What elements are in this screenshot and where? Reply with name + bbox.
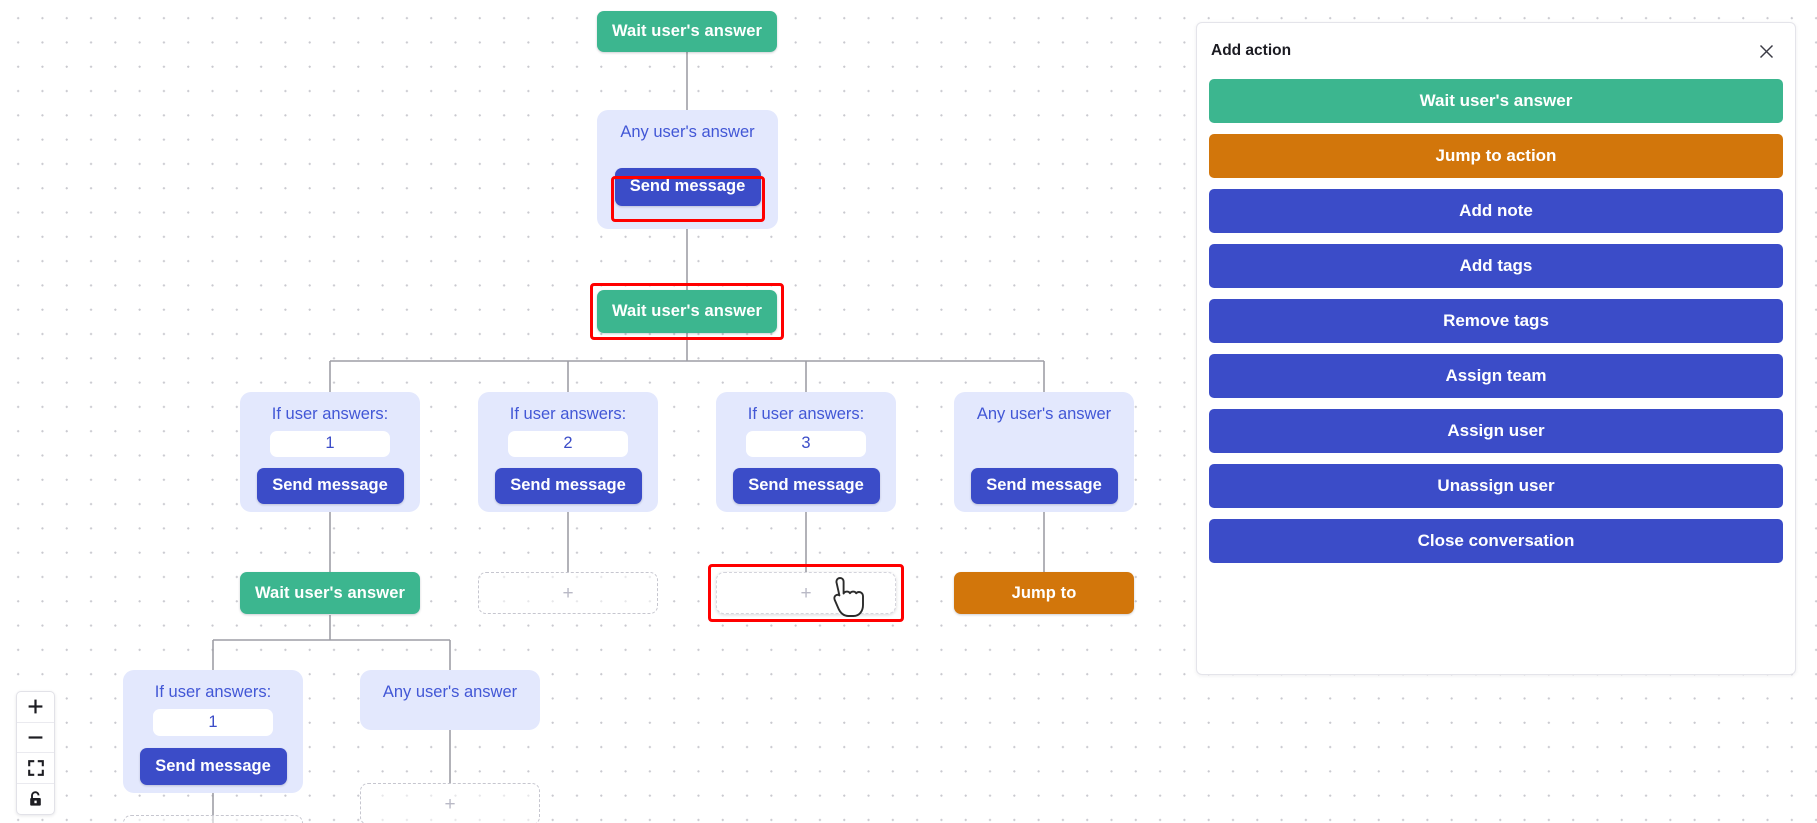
node-wait-selected[interactable]: Wait user's answer <box>590 283 784 340</box>
action-button-unassign-user[interactable]: Unassign user <box>1209 464 1783 508</box>
add-action-placeholder[interactable]: + <box>123 815 303 823</box>
panel-title: Add action <box>1211 42 1292 59</box>
node-slot-selected[interactable]: + <box>708 564 904 622</box>
send-message-button[interactable]: Send message <box>732 467 880 504</box>
panel-header: Add action <box>1197 23 1795 79</box>
card-title: If user answers: <box>747 405 865 423</box>
add-action-placeholder-selected[interactable]: + <box>716 572 896 614</box>
send-message-button[interactable]: Send message <box>256 467 404 504</box>
card-title: If user answers: <box>154 683 272 701</box>
action-button-add-note[interactable]: Add note <box>1209 189 1783 233</box>
node-jump-to[interactable]: Jump to <box>954 572 1134 614</box>
close-panel-button[interactable] <box>1755 40 1777 62</box>
action-button-add-tags[interactable]: Add tags <box>1209 244 1783 288</box>
card-title: Any user's answer <box>382 683 518 701</box>
node-slot-empty-2[interactable]: + <box>360 783 540 823</box>
node-wait-top[interactable]: Wait user's answer <box>597 11 777 52</box>
lock-canvas-button[interactable] <box>17 784 54 815</box>
answer-value-input[interactable]: 1 <box>153 708 273 736</box>
action-button-wait-user-s-answer[interactable]: Wait user's answer <box>1209 79 1783 123</box>
action-button-remove-tags[interactable]: Remove tags <box>1209 299 1783 343</box>
action-button-jump-to-action[interactable]: Jump to action <box>1209 134 1783 178</box>
node-slot-empty-3[interactable]: + <box>123 815 303 823</box>
node-branch-answer-3[interactable]: If user answers: 3 Send message <box>716 392 896 512</box>
add-action-placeholder[interactable]: + <box>478 572 658 614</box>
add-action-placeholder[interactable]: + <box>360 783 540 823</box>
answer-value-input[interactable]: 2 <box>508 430 628 457</box>
flow-builder-app: Wait user's answer Any user's answer Sen… <box>0 0 1817 823</box>
send-message-button[interactable]: Send message <box>614 167 761 206</box>
wait-users-answer-node-label[interactable]: Wait user's answer <box>240 572 420 614</box>
action-button-assign-user[interactable]: Assign user <box>1209 409 1783 453</box>
answer-value-input[interactable]: 1 <box>270 430 390 457</box>
node-wait-lower[interactable]: Wait user's answer <box>240 572 420 614</box>
send-message-button[interactable]: Send message <box>139 747 287 785</box>
node-slot-empty-1[interactable]: + <box>478 572 658 614</box>
wait-users-answer-node-label[interactable]: Wait user's answer <box>597 290 777 333</box>
card-title: Any user's answer <box>976 405 1112 423</box>
answer-value-input[interactable]: 3 <box>746 430 866 457</box>
add-action-panel: Add action Wait user's answer Jump to act… <box>1196 22 1796 675</box>
jump-to-node-label[interactable]: Jump to <box>954 572 1134 614</box>
minus-icon <box>28 736 43 739</box>
node-branch-answer-1[interactable]: If user answers: 1 Send message <box>240 392 420 512</box>
action-list: Wait user's answer Jump to action Add note… <box>1197 79 1795 575</box>
node-branch-answer-2[interactable]: If user answers: 2 Send message <box>478 392 658 512</box>
node-any-users-answer-bottom[interactable]: Any user's answer <box>360 670 540 730</box>
zoom-out-button[interactable] <box>17 723 54 753</box>
send-message-button[interactable]: Send message <box>970 467 1118 504</box>
card-title: Any user's answer <box>620 123 755 141</box>
fit-screen-icon <box>27 759 44 776</box>
send-message-button[interactable]: Send message <box>494 467 642 504</box>
action-button-assign-team[interactable]: Assign team <box>1209 354 1783 398</box>
plus-icon <box>28 699 43 714</box>
zoom-in-button[interactable] <box>17 692 54 723</box>
node-any-users-answer-top[interactable]: Any user's answer Send message <box>597 110 778 229</box>
wait-users-answer-node-label[interactable]: Wait user's answer <box>597 11 777 52</box>
fit-view-button[interactable] <box>17 753 54 784</box>
lock-icon <box>30 791 41 806</box>
close-icon <box>1759 44 1773 58</box>
node-branch-answer-1b[interactable]: If user answers: 1 Send message <box>123 670 303 793</box>
card-title: If user answers: <box>271 405 389 423</box>
card-title: If user answers: <box>509 405 627 423</box>
action-button-close-conversation[interactable]: Close conversation <box>1209 519 1783 563</box>
node-branch-any-answer[interactable]: Any user's answer Send message <box>954 392 1134 512</box>
zoom-toolbar[interactable] <box>16 691 55 815</box>
